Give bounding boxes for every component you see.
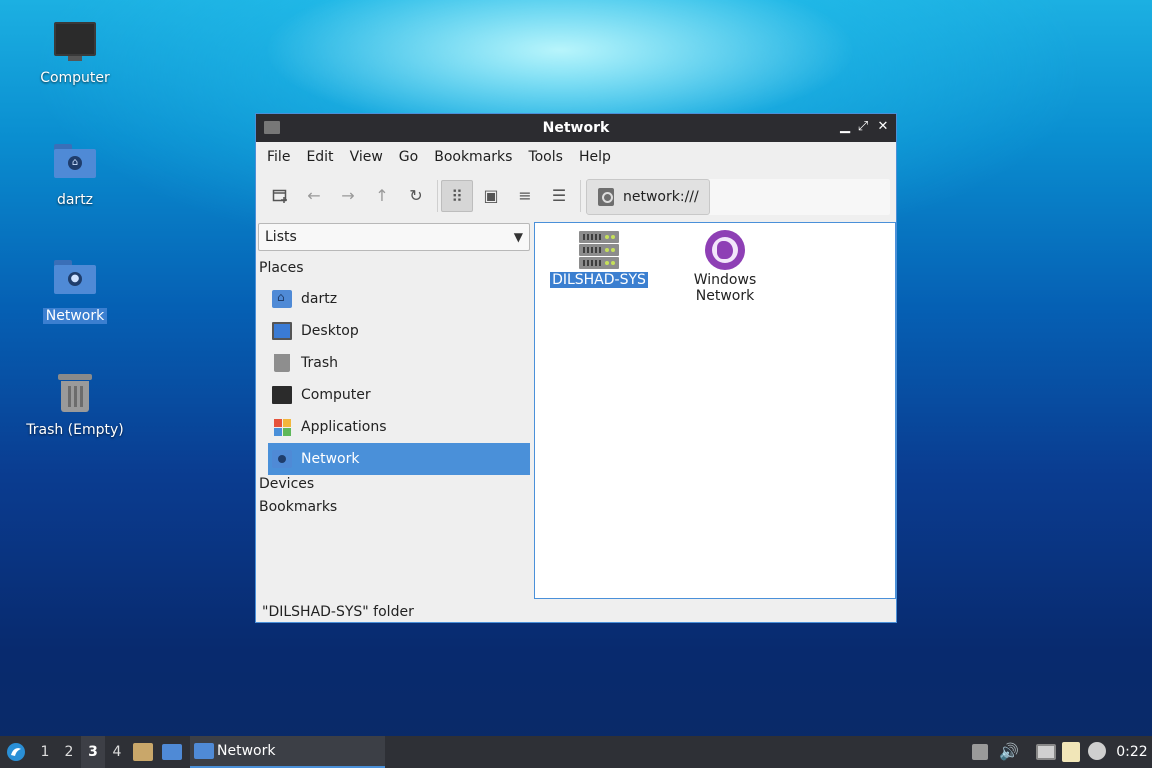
menubar: File Edit View Go Bookmarks Tools Help [256, 142, 896, 172]
file-item-label: DILSHAD-SYS [550, 272, 648, 288]
home-folder-icon: ⌂ [53, 144, 97, 188]
sidebar-item-label: Network [301, 451, 360, 467]
sidebar-item-network[interactable]: Network [268, 443, 530, 475]
computer-icon [272, 386, 292, 404]
windows-network-icon [705, 230, 745, 270]
desktop-icon-label: Computer [40, 70, 110, 86]
clock[interactable]: 0:22 [1114, 736, 1150, 768]
lxqt-logo-icon [7, 743, 25, 761]
desktop-icon-label: dartz [56, 192, 94, 208]
toolbar-separator [437, 180, 438, 212]
file-manager-launcher[interactable] [133, 736, 155, 768]
compact-view-button[interactable]: ≡ [509, 180, 541, 212]
workspace-2[interactable]: 2 [57, 736, 81, 768]
notification-icon[interactable] [1088, 742, 1106, 760]
menu-go[interactable]: Go [392, 149, 425, 165]
menu-help[interactable]: Help [572, 149, 618, 165]
desktop-icon-trash[interactable]: Trash (Empty) [15, 372, 135, 438]
task-label: Network [217, 743, 276, 759]
side-pane-mode-select[interactable]: Lists ▼ [258, 223, 530, 251]
maximize-button[interactable]: ⤢ [854, 118, 872, 136]
toolbar: ← → ↑ ↻ ⠿ ▣ ≡ ☰ network:/// [256, 176, 896, 216]
start-menu-button[interactable] [4, 736, 28, 768]
home-folder-icon [272, 290, 292, 308]
file-item-label-line2: Network [695, 288, 755, 304]
desktop-icon-computer[interactable]: Computer [15, 22, 135, 86]
menu-file[interactable]: File [260, 149, 297, 165]
workspace-3[interactable]: 3 [81, 736, 105, 768]
sidebar-item-dartz[interactable]: dartz [268, 283, 530, 315]
menu-bookmarks[interactable]: Bookmarks [427, 149, 519, 165]
sidebar-item-label: Computer [301, 387, 371, 403]
applications-icon [272, 418, 292, 436]
chevron-down-icon: ▼ [513, 230, 523, 244]
sidebar-item-label: dartz [301, 291, 338, 307]
bookmarks-heading[interactable]: Bookmarks [259, 499, 337, 515]
desktop-icon [162, 744, 182, 760]
taskbar-task-network[interactable]: Network [190, 736, 385, 768]
menu-tools[interactable]: Tools [521, 149, 570, 165]
file-item-label-line1: Windows [693, 272, 757, 288]
location-path-button[interactable]: network:/// [586, 179, 710, 215]
sidebar-item-label: Applications [301, 419, 387, 435]
network-status-icon[interactable] [1036, 744, 1056, 760]
back-button[interactable]: ← [298, 180, 330, 212]
trash-icon [53, 374, 97, 418]
forward-button[interactable]: → [332, 180, 364, 212]
network-folder-icon [272, 450, 292, 468]
file-item-dilshad-sys[interactable]: DILSHAD-SYS [544, 230, 654, 288]
file-item-windows-network[interactable]: Windows Network [670, 230, 780, 304]
menu-view[interactable]: View [343, 149, 390, 165]
removable-media-icon[interactable] [972, 744, 988, 760]
server-icon [579, 230, 619, 270]
file-cabinet-icon [133, 743, 153, 761]
location-bar[interactable]: network:/// [586, 179, 890, 215]
workspace-1[interactable]: 1 [33, 736, 57, 768]
sidebar-item-trash[interactable]: Trash [268, 347, 530, 379]
sidebar-item-label: Trash [301, 355, 338, 371]
network-drive-icon [598, 188, 614, 206]
file-manager-window: Network ▁ ⤢ ✕ File Edit View Go Bookmark… [255, 113, 897, 623]
window-title: Network [542, 120, 610, 136]
side-pane-mode-value: Lists [265, 229, 297, 245]
menu-edit[interactable]: Edit [299, 149, 340, 165]
desktop-icon-label: Trash (Empty) [26, 422, 124, 438]
show-desktop-button[interactable] [162, 736, 184, 768]
up-button[interactable]: ↑ [366, 180, 398, 212]
icon-view-button[interactable]: ⠿ [441, 180, 473, 212]
reload-button[interactable]: ↻ [400, 180, 432, 212]
sidebar-item-desktop[interactable]: Desktop [268, 315, 530, 347]
sidebar-item-label: Desktop [301, 323, 359, 339]
sidebar-item-applications[interactable]: Applications [268, 411, 530, 443]
desktop-icon-network[interactable]: ● Network [15, 256, 135, 324]
network-folder-icon: ● [53, 260, 97, 304]
desktop-icon [272, 322, 292, 340]
places-heading[interactable]: Places [259, 260, 304, 276]
side-pane: Lists ▼ Places dartz Desktop Trash Compu… [256, 220, 534, 600]
taskbar: 1 2 3 4 Network 🔊 0:22 [0, 736, 1152, 768]
sidebar-item-computer[interactable]: Computer [268, 379, 530, 411]
desktop-icon-label: Network [42, 308, 108, 324]
detailed-view-button[interactable]: ☰ [543, 180, 575, 212]
minimize-button[interactable]: ▁ [836, 118, 854, 136]
status-bar: "DILSHAD-SYS" folder [262, 604, 414, 620]
desktop-icon-dartz[interactable]: ⌂ dartz [15, 140, 135, 208]
thumbnail-view-button[interactable]: ▣ [475, 180, 507, 212]
workspace-4[interactable]: 4 [105, 736, 129, 768]
toolbar-separator [580, 180, 581, 212]
trash-icon [274, 354, 290, 372]
clipboard-icon[interactable] [1062, 742, 1080, 762]
volume-icon[interactable]: 🔊 [997, 736, 1021, 768]
close-button[interactable]: ✕ [874, 118, 892, 136]
new-tab-icon [272, 189, 287, 203]
folder-icon [194, 743, 214, 759]
computer-icon [53, 22, 97, 66]
devices-heading[interactable]: Devices [259, 476, 314, 492]
location-path: network:/// [623, 189, 699, 205]
file-view[interactable]: DILSHAD-SYS Windows Network [534, 222, 896, 599]
new-tab-button[interactable] [264, 180, 296, 212]
window-titlebar[interactable]: Network ▁ ⤢ ✕ [256, 114, 896, 142]
